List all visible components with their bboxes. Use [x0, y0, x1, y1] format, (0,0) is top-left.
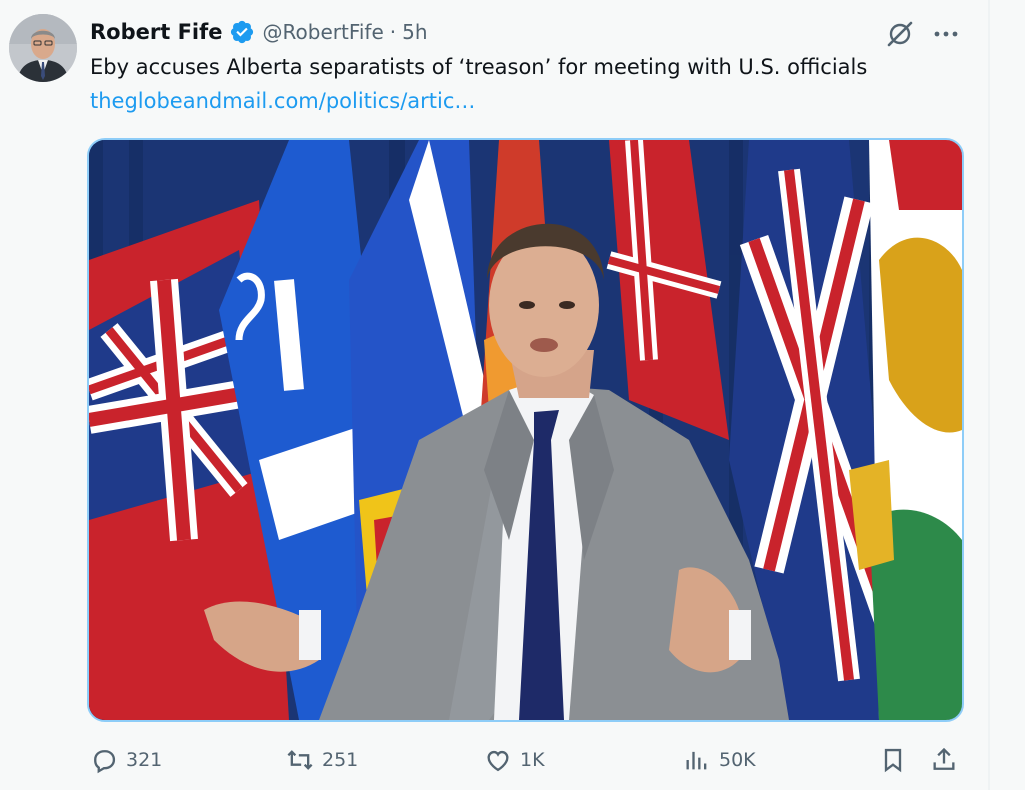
- views-icon: [686, 751, 707, 770]
- retweet-button[interactable]: 251: [286, 738, 358, 782]
- views-button[interactable]: 50K: [683, 738, 756, 782]
- share-icon: [933, 747, 955, 770]
- verified-badge-icon: [229, 19, 255, 45]
- tweet-header: Robert Fife @RobertFife · 5h: [90, 16, 428, 48]
- author-name[interactable]: Robert Fife: [90, 20, 223, 44]
- article-link[interactable]: theglobeandmail.com/politics/artic…: [90, 89, 475, 113]
- view-count: 50K: [719, 749, 756, 771]
- more-icon[interactable]: [930, 18, 962, 50]
- like-count: 1K: [520, 749, 545, 771]
- share-button[interactable]: [930, 738, 958, 782]
- bookmark-button[interactable]: [879, 738, 907, 782]
- retweet-icon: [287, 750, 313, 770]
- tweet-text: Eby accuses Alberta separatists of ‘trea…: [90, 55, 868, 79]
- action-bar: 321 251 1K 50K: [0, 738, 988, 782]
- author-handle[interactable]: @RobertFife: [263, 20, 384, 44]
- reply-count: 321: [126, 749, 163, 771]
- avatar[interactable]: [9, 14, 77, 82]
- tweet-time[interactable]: 5h: [402, 20, 427, 44]
- tweet[interactable]: Robert Fife @RobertFife · 5h Eby accuses…: [0, 0, 988, 790]
- retweet-count: 251: [322, 749, 359, 771]
- grok-icon[interactable]: [884, 18, 916, 50]
- column-divider: [988, 0, 990, 790]
- reply-icon: [94, 750, 116, 774]
- bookmark-icon: [884, 748, 902, 773]
- like-icon: [487, 750, 509, 772]
- tweet-photo[interactable]: [87, 138, 964, 722]
- separator-dot: ·: [389, 20, 397, 44]
- like-button[interactable]: 1K: [484, 738, 545, 782]
- reply-button[interactable]: 321: [90, 738, 162, 782]
